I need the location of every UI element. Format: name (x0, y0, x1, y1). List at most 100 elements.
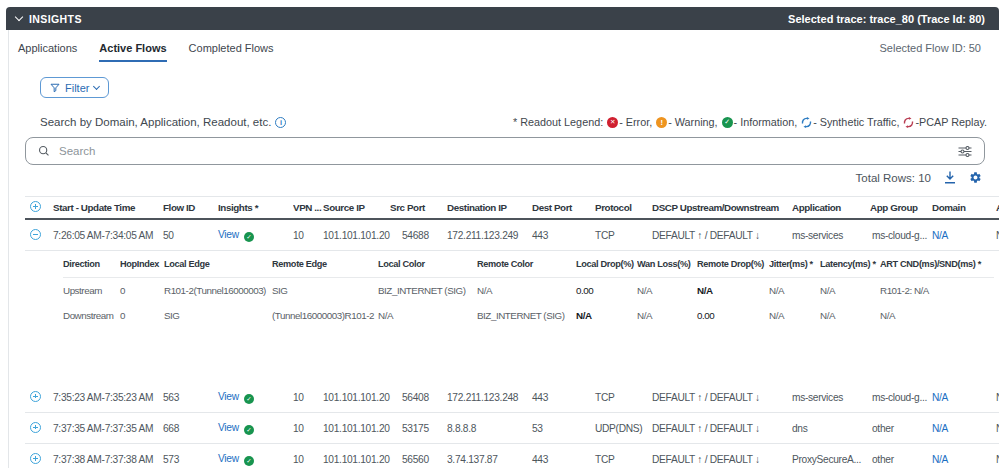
col-dscp[interactable]: DSCP Upstream/Downstream (652, 202, 792, 213)
cell-protocol: UDP(DNS) (595, 423, 652, 434)
expanded-flow-details: Direction HopIndex Local Edge Remote Edg… (63, 251, 994, 328)
search-icon (38, 145, 50, 157)
details-header-row: Direction HopIndex Local Edge Remote Edg… (63, 251, 994, 278)
expand-row-icon[interactable] (30, 391, 41, 402)
expanded-area-spacer (25, 328, 999, 382)
selected-flow-id-label: Selected Flow ID: 50 (880, 42, 982, 54)
cell-dest-port: 443 (532, 454, 595, 465)
cell-flow-id: 563 (163, 392, 218, 403)
cell-domain[interactable]: N/A (932, 454, 994, 465)
cell-dscp: DEFAULT ↑ / DEFAULT ↓ (652, 454, 792, 465)
cell-app-group: ms-cloud-g... (870, 230, 932, 241)
readout-legend: * Readout Legend: - Error, - Warning, - … (513, 116, 987, 128)
expand-all-icon[interactable] (30, 201, 41, 212)
tab-applications[interactable]: Applications (18, 42, 77, 62)
information-icon (722, 117, 733, 128)
tab-bar: Applications Active Flows Completed Flow… (18, 42, 274, 62)
error-icon (607, 117, 618, 128)
panel-title: INSIGHTS (29, 13, 82, 25)
col-destination-ip[interactable]: Destination IP (447, 202, 532, 213)
selected-trace-label: Selected trace: trace_80 (Trace Id: 80) (788, 13, 985, 25)
cell-app-group: other (870, 454, 932, 465)
search-input[interactable] (59, 145, 949, 157)
panel-left-border (8, 30, 9, 468)
col-remote-edge: Remote Edge (272, 259, 378, 269)
chevron-down-icon (93, 83, 100, 90)
total-rows-label: Total Rows: 10 (856, 172, 931, 184)
col-src-port[interactable]: Src Port (390, 202, 447, 213)
col-dest-port[interactable]: Dest Port (532, 202, 595, 213)
synthetic-traffic-icon (801, 117, 812, 128)
legend-prefix: * Readout Legend: (513, 116, 603, 128)
search-box (25, 137, 985, 165)
view-insights-link[interactable]: View (218, 391, 239, 402)
cell-app-group: other (870, 423, 932, 434)
expand-row-icon[interactable] (30, 453, 41, 464)
col-direction: Direction (63, 259, 120, 269)
cell-application: ProxySecureA... (792, 454, 870, 465)
info-icon[interactable] (275, 117, 286, 128)
cell-domain[interactable]: N/A (932, 230, 994, 241)
view-insights-link[interactable]: View (218, 229, 239, 240)
col-local-edge: Local Edge (164, 259, 272, 269)
cell-dscp: DEFAULT ↑ / DEFAULT ↓ (652, 230, 792, 241)
cell-protocol: TCP (595, 230, 652, 241)
tab-completed-flows[interactable]: Completed Flows (189, 42, 274, 62)
cell-domain[interactable]: N/A (932, 423, 994, 434)
search-settings-icon[interactable] (958, 146, 972, 157)
cell-domain[interactable]: N/A (932, 392, 994, 403)
collapse-chevron-icon[interactable] (15, 13, 23, 21)
col-hop-index: HopIndex (120, 259, 164, 269)
details-row-upstream: Upstream 0 R101-2(Tunnel16000003) SIG BI… (63, 278, 994, 303)
cell-src-port: 54688 (390, 230, 447, 241)
view-insights-link[interactable]: View (218, 422, 239, 433)
cell-vpn: 10 (293, 392, 323, 403)
col-start-update-time[interactable]: Start - Update Time (53, 202, 163, 213)
cell-vpn: 10 (293, 454, 323, 465)
col-art: ART CND(ms)/SND(ms) * (880, 259, 994, 269)
table-row[interactable]: 7:35:23 AM-7:35:23 AM 563 View 10 101.10… (25, 382, 999, 413)
view-insights-link[interactable]: View (218, 453, 239, 464)
col-clipped: A (994, 202, 999, 213)
col-source-ip[interactable]: Source IP (323, 202, 390, 213)
cell-clipped: N (994, 392, 999, 403)
cell-src-port: 53175 (390, 423, 447, 434)
pcap-replay-icon (903, 117, 914, 128)
download-icon[interactable] (944, 171, 956, 184)
table-row[interactable]: 7:37:35 AM-7:37:35 AM 668 View 10 101.10… (25, 413, 999, 444)
information-check-icon (244, 456, 254, 466)
col-protocol[interactable]: Protocol (595, 202, 652, 213)
cell-source-ip: 101.101.101.20 (323, 423, 390, 434)
col-jitter: Jitter(ms) * (769, 259, 820, 269)
cell-dest-ip: 172.211.123.249 (447, 230, 532, 241)
cell-flow-id: 573 (163, 454, 218, 465)
cell-time: 7:37:35 AM-7:37:35 AM (53, 423, 163, 434)
insights-header-bar: INSIGHTS Selected trace: trace_80 (Trace… (6, 7, 999, 30)
col-flow-id[interactable]: Flow ID (163, 202, 218, 213)
cell-protocol: TCP (595, 454, 652, 465)
cell-source-ip: 101.101.101.20 (323, 230, 390, 241)
cell-dest-ip: 3.74.137.87 (447, 454, 532, 465)
table-row[interactable]: 7:26:05 AM-7:34:05 AM 50 View 10 101.101… (25, 220, 999, 251)
details-row-downstream: Downstream 0 SIG (Tunnel16000003)R101-2 … (63, 303, 994, 328)
cell-application: dns (792, 423, 870, 434)
collapse-row-icon[interactable] (30, 229, 41, 240)
col-app-group[interactable]: App Group (870, 202, 932, 213)
tab-active-flows[interactable]: Active Flows (99, 42, 166, 62)
col-wan-loss: Wan Loss(%) (637, 259, 697, 269)
col-insights[interactable]: Insights * (218, 202, 293, 213)
col-remote-color: Remote Color (477, 259, 576, 269)
col-vpn[interactable]: VPN ... (293, 202, 323, 213)
gear-icon[interactable] (969, 171, 982, 184)
filter-button[interactable]: Filter (40, 77, 109, 98)
cell-vpn: 10 (293, 423, 323, 434)
cell-flow-id: 50 (163, 230, 218, 241)
cell-dest-ip: 8.8.8.8 (447, 423, 532, 434)
search-hint: Search by Domain, Application, Readout, … (40, 116, 286, 128)
information-check-icon (244, 425, 254, 435)
col-application[interactable]: Application (792, 202, 870, 213)
expand-row-icon[interactable] (30, 422, 41, 433)
col-domain[interactable]: Domain (932, 202, 994, 213)
cell-src-port: 56560 (390, 454, 447, 465)
table-row[interactable]: 7:37:38 AM-7:37:38 AM 573 View 10 101.10… (25, 444, 999, 468)
